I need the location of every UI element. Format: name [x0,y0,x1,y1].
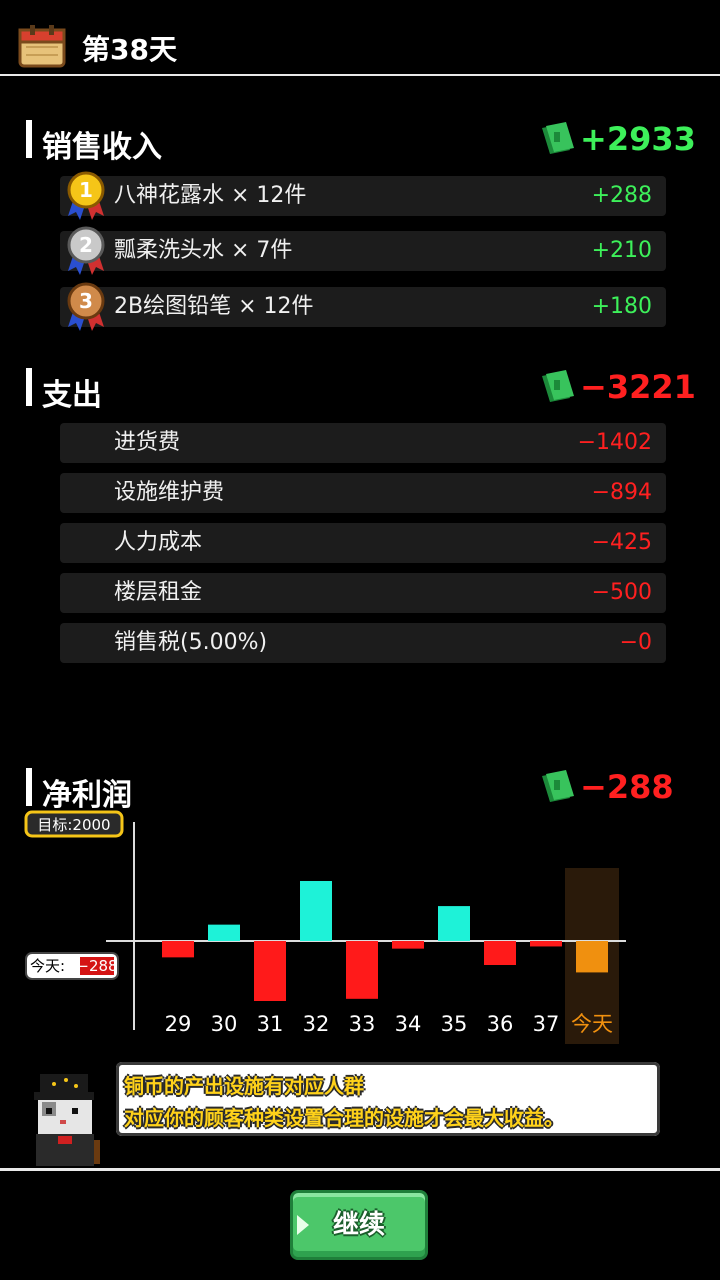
calendar-icon [18,25,66,68]
chart-bar [346,941,378,999]
shopkeeper-cat-avatar [34,1074,100,1166]
chart-tick-label: 32 [303,1012,330,1036]
chart-bar [162,941,194,958]
sales-title: 销售收入 [42,130,162,165]
section-marker [26,120,32,158]
header: 第38天 [0,0,720,76]
expense-row: 人力成本 −425 [60,523,666,563]
expense-label: 人力成本 [114,530,203,555]
sales-item-label: 八神花露水 × 12件 [114,183,307,208]
svg-text:3: 3 [79,289,93,313]
day-title: 第38天 [82,33,177,66]
money-icon [542,770,574,802]
chart-tick-label: 34 [395,1012,422,1036]
expense-value: −894 [591,480,652,505]
svg-text:2: 2 [79,233,93,257]
expense-label: 楼层租金 [114,580,203,605]
chart-bar [254,941,286,1001]
target-label: 目标:2000 [37,816,110,834]
profit-chart: 29 30 31 32 33 34 35 36 37 今天 目标:2000 今天: −288 [24,810,626,1044]
sales-item-value: +180 [591,294,652,319]
chart-bar [438,906,470,941]
sales-row: 1 八神花露水 × 12件 +288 [60,171,666,220]
chart-tick-label: 36 [487,1012,514,1036]
expense-label: 销售税(5.00%) [114,630,268,655]
expense-row: 销售税(5.00%) −0 [60,623,666,663]
expenses-total: −3221 [580,368,696,406]
expenses-title: 支出 [42,378,102,413]
sales-total: +2933 [580,120,696,158]
sales-item-label: 瓢柔洗头水 × 7件 [114,238,293,263]
expense-label: 设施维护费 [114,480,225,505]
sales-item-value: +288 [591,183,652,208]
target-tag: 目标:2000 [24,810,124,838]
footer-divider [0,1168,720,1171]
section-marker [26,368,32,406]
continue-label: 继续 [332,1210,385,1240]
chart-bar [300,881,332,941]
chart-tick-label: 30 [211,1012,238,1036]
sales-item-label: 2B绘图铅笔 × 12件 [114,294,314,319]
continue-button[interactable]: 继续 [290,1190,428,1260]
today-tag: 今天: −288 [25,952,119,980]
sales-item-value: +210 [591,238,652,263]
chart-tick-label: 今天 [571,1012,613,1036]
expense-label: 进货费 [114,430,181,455]
money-icon [542,370,574,402]
chart-tick-label: 31 [257,1012,284,1036]
money-icon [542,122,574,154]
chart-tick-label: 33 [349,1012,376,1036]
expense-row: 楼层租金 −500 [60,573,666,613]
chart-bar [208,924,240,941]
expense-row: 进货费 −1402 [60,423,666,463]
expense-value: −1402 [577,430,652,455]
sales-row: 2 瓢柔洗头水 × 7件 +210 [60,226,666,275]
chart-bar [530,941,562,947]
chart-tick-label: 37 [533,1012,560,1036]
sales-row: 3 2B绘图铅笔 × 12件 +180 [60,282,666,331]
tip-line-2: 对应你的顾客种类设置合理的设施才会最大收益。 [124,1106,564,1130]
chart-tick-label: 29 [165,1012,192,1036]
today-value: −288 [76,957,117,975]
svg-text:1: 1 [79,178,93,202]
gold-medal-icon: 1 [67,171,105,220]
expense-value: −500 [591,580,652,605]
expense-value: −425 [591,530,652,555]
header-divider [0,74,720,76]
chart-tick-label: 35 [441,1012,468,1036]
expense-value: −0 [619,630,652,655]
expense-row: 设施维护费 −894 [60,473,666,513]
today-label: 今天: [30,957,65,975]
chart-bar [576,941,608,973]
tip-line-1: 铜币的产出设施有对应人群 [124,1074,364,1098]
bronze-medal-icon: 3 [67,282,105,331]
tip-bubble: 铜币的产出设施有对应人群 对应你的顾客种类设置合理的设施才会最大收益。 [116,1062,660,1136]
silver-medal-icon: 2 [67,226,105,275]
chart-bar [392,941,424,949]
chart-bar [484,941,516,965]
